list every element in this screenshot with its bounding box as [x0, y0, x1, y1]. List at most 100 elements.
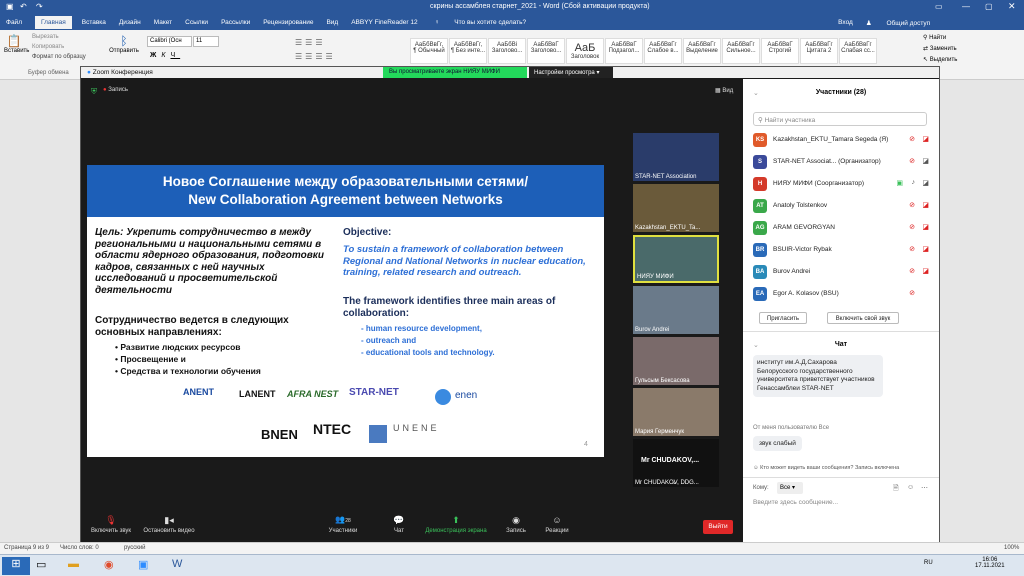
- zoom-level[interactable]: 100%: [1004, 545, 1019, 551]
- style-item[interactable]: АаБбВвГ Заголово...: [527, 38, 565, 64]
- participant-row[interactable]: AG ARAM GEVORGYAN ⊘ ◪: [753, 219, 933, 237]
- send-button[interactable]: ᛒ Отправить: [108, 34, 140, 54]
- list-item: - educational tools and technology.: [361, 348, 495, 357]
- chat-message: звук слабый: [753, 436, 802, 451]
- tab-view[interactable]: Вид: [326, 19, 338, 26]
- leave-button[interactable]: Выйти: [703, 520, 733, 534]
- avatar: AG: [753, 221, 767, 235]
- chat-button[interactable]: 💬 Чат: [389, 515, 409, 534]
- view-options-button[interactable]: Настройки просмотра ▾: [529, 67, 613, 78]
- participant-row[interactable]: KS Kazakhstan_EKTU_Tamara Segeda (Я) ⊘ ◪: [753, 131, 933, 149]
- font-name-select[interactable]: Calibri (Осн: [147, 36, 192, 47]
- tab-insert[interactable]: Вставка: [82, 19, 106, 26]
- stop-video-button[interactable]: ▮◂ Остановить видео: [141, 515, 197, 534]
- tab-layout[interactable]: Макет: [154, 19, 172, 26]
- scroll-down-icon[interactable]: ⌄: [671, 477, 678, 486]
- tab-review[interactable]: Рецензирование: [263, 19, 313, 26]
- participant-row[interactable]: AT Anatoly Tolstenkov ⊘ ◪: [753, 197, 933, 215]
- font-format-buttons[interactable]: ЖКЧ: [150, 52, 180, 59]
- chat-recipient-select[interactable]: Все ▾: [777, 482, 803, 494]
- style-item[interactable]: АаБбВвГг Слабая сс...: [839, 38, 877, 64]
- chat-input[interactable]: Введите здесь сообщение...: [753, 499, 929, 511]
- tab-home[interactable]: Главная: [34, 16, 72, 29]
- tab-mailings[interactable]: Рассылки: [221, 19, 250, 26]
- tab-references[interactable]: Ссылки: [185, 19, 208, 26]
- undo-icon[interactable]: ↶: [20, 2, 27, 11]
- participant-row[interactable]: S STAR-NET Associat... (Организатор) ⊘ ◪: [753, 153, 933, 171]
- style-item[interactable]: АаБбВвГ Подзагол...: [605, 38, 643, 64]
- video-tile[interactable]: STAR-NET Association: [633, 133, 719, 181]
- video-tile[interactable]: Burov Andrei: [633, 286, 719, 334]
- select-button[interactable]: ↖ Выделить: [923, 56, 957, 63]
- style-item[interactable]: АаБбВвГг Слабое в...: [644, 38, 682, 64]
- word-count[interactable]: Число слов: 0: [60, 545, 99, 551]
- word-taskbar-icon[interactable]: W: [172, 558, 182, 570]
- invite-button[interactable]: Пригласить: [759, 312, 807, 324]
- recording-indicator[interactable]: ● Запись: [103, 87, 128, 93]
- share-button[interactable]: ♟ Общий доступ: [866, 19, 943, 27]
- page-count[interactable]: Страница 9 из 9: [4, 545, 49, 551]
- explorer-icon[interactable]: ▭: [36, 558, 46, 571]
- chrome-icon[interactable]: ◉: [104, 558, 114, 571]
- video-tile[interactable]: Kazakhstan_EKTU_Ta...: [633, 184, 719, 232]
- paragraph-list-icons[interactable]: ☰☰☰: [295, 38, 326, 47]
- tell-me-search[interactable]: ♀ Что вы хотите сделать?: [435, 19, 540, 26]
- minimize-icon[interactable]: —: [962, 2, 970, 11]
- video-tile-active-speaker[interactable]: НИЯУ МИФИ: [633, 235, 719, 283]
- start-button[interactable]: ⊞: [2, 557, 30, 575]
- style-item[interactable]: АаБбВвГ Строгий: [761, 38, 799, 64]
- folder-icon[interactable]: ▬: [68, 558, 79, 570]
- shield-icon[interactable]: ⛨: [91, 87, 97, 97]
- find-button[interactable]: ⚲ Найти: [923, 34, 946, 41]
- share-screen-button[interactable]: ⬆ Демонстрация экрана: [421, 515, 491, 534]
- paste-button[interactable]: 📋 Вставить: [4, 34, 29, 60]
- sign-in-link[interactable]: Вход: [838, 19, 853, 26]
- tab-abbyy[interactable]: ABBYY FineReader 12: [351, 19, 417, 26]
- video-tile[interactable]: Мария Герменчук: [633, 388, 719, 436]
- reactions-button[interactable]: ☺ Реакции: [541, 515, 573, 534]
- font-size-select[interactable]: 11: [193, 36, 219, 47]
- bold-icon[interactable]: Ж: [150, 52, 161, 59]
- participant-row[interactable]: BA Burov Andrei ⊘ ◪: [753, 263, 933, 281]
- record-button[interactable]: ◉ Запись: [503, 515, 529, 534]
- emoji-icon[interactable]: ☺: [907, 484, 914, 491]
- language[interactable]: русский: [124, 545, 146, 551]
- video-tile[interactable]: Гульсым Бексасова: [633, 337, 719, 385]
- style-item[interactable]: АаБбВі Заголово...: [488, 38, 526, 64]
- participant-row[interactable]: BR BSUIR-Victor Rybak ⊘ ◪: [753, 241, 933, 259]
- style-item[interactable]: АаБбВвГг Выделение: [683, 38, 721, 64]
- unmute-me-button[interactable]: Включить свой звук: [827, 312, 899, 324]
- copy-button[interactable]: Копировать: [32, 44, 64, 50]
- clock[interactable]: 16:06 17.11.2021: [975, 557, 1005, 569]
- share-screen-icon: ⬆: [452, 515, 460, 525]
- zoom-taskbar-icon[interactable]: ▣: [138, 558, 148, 571]
- redo-icon[interactable]: ↷: [36, 2, 43, 11]
- tab-file[interactable]: Файл: [6, 19, 22, 26]
- view-button[interactable]: ▦ Вид: [715, 87, 733, 94]
- more-icon[interactable]: ⋯: [921, 484, 928, 492]
- participants-button[interactable]: 👥28 Участники: [325, 515, 361, 534]
- style-item[interactable]: АаБбВвГг Сильное...: [722, 38, 760, 64]
- participant-row[interactable]: EA Egor A. Kolasov (BSU) ⊘: [753, 285, 933, 303]
- unmute-button[interactable]: 🎙 Включить звук: [89, 515, 133, 534]
- file-icon[interactable]: 🗎: [893, 484, 899, 495]
- style-item[interactable]: АаБ Заголовок: [566, 38, 604, 64]
- replace-button[interactable]: ⇄ Заменить: [923, 45, 957, 52]
- participant-row[interactable]: Н НИЯУ МИФИ (Соорганизатор) ▣ ♪ ◪: [753, 175, 933, 193]
- paragraph-align-icons[interactable]: ☰☰☰☰: [295, 52, 336, 61]
- keyboard-language[interactable]: RU: [924, 560, 933, 566]
- participant-search-input[interactable]: ⚲ Найти участника: [753, 112, 927, 126]
- camera-icon: ◪: [922, 158, 929, 165]
- chat-privacy-note[interactable]: ☺ Кто может видеть ваши сообщения? Запис…: [753, 465, 899, 471]
- style-item[interactable]: АаБбВвГг Цитата 2: [800, 38, 838, 64]
- save-icon[interactable]: ▣: [6, 2, 14, 11]
- style-item[interactable]: АаБбВвГг, ¶ Обычный: [410, 38, 448, 64]
- ribbon-options-icon[interactable]: ▭: [935, 2, 943, 11]
- tab-design[interactable]: Дизайн: [119, 19, 141, 26]
- cut-button[interactable]: Вырезать: [32, 34, 59, 40]
- underline-icon[interactable]: Ч: [170, 52, 180, 59]
- close-icon[interactable]: ✕: [1008, 1, 1016, 12]
- style-item[interactable]: АаБбВвГг, ¶ Без инте...: [449, 38, 487, 64]
- format-painter-button[interactable]: Формат по образцу: [32, 54, 86, 60]
- maximize-icon[interactable]: ▢: [985, 2, 993, 11]
